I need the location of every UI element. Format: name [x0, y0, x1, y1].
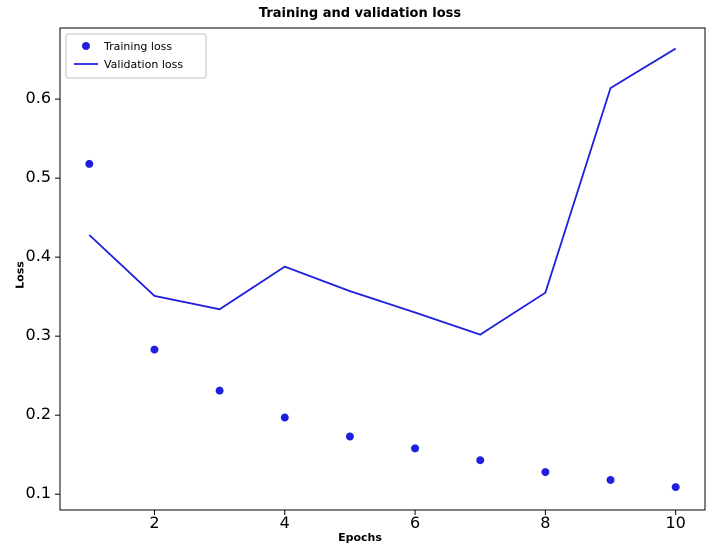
chart-axes: 2 4 6 8 10 0.1 0.2 0.3 0.4 0.5 0.6 Training loss V… — [0, 0, 720, 550]
x-ticks: 2 4 6 8 10 — [149, 510, 685, 532]
y-tick-label: 0.6 — [26, 88, 51, 107]
legend: Training loss Validation loss — [66, 34, 206, 78]
legend-entry: Training loss — [103, 40, 172, 53]
y-tick-label: 0.2 — [26, 404, 51, 423]
chart-figure: Training and validation loss Loss Epochs… — [0, 0, 720, 550]
x-tick-label: 10 — [666, 513, 686, 532]
training-loss-point — [541, 468, 549, 476]
training-loss-point — [476, 456, 484, 464]
y-tick-label: 0.4 — [26, 246, 51, 265]
training-loss-point — [346, 433, 354, 441]
y-tick-label: 0.5 — [26, 167, 51, 186]
y-tick-label: 0.1 — [26, 483, 51, 502]
legend-entry: Validation loss — [104, 58, 183, 71]
training-loss-point — [607, 476, 615, 484]
training-loss-point — [281, 414, 289, 422]
training-loss-point — [411, 444, 419, 452]
data-series — [85, 49, 679, 492]
x-tick-label: 8 — [540, 513, 550, 532]
x-tick-label: 2 — [149, 513, 159, 532]
y-ticks: 0.1 0.2 0.3 0.4 0.5 0.6 — [26, 88, 60, 502]
training-loss-point — [85, 160, 93, 168]
training-loss-point — [150, 346, 158, 354]
y-tick-label: 0.3 — [26, 325, 51, 344]
validation-loss-line — [89, 49, 675, 335]
plot-area — [60, 28, 705, 510]
training-loss-point — [672, 483, 680, 491]
x-tick-label: 4 — [280, 513, 290, 532]
x-tick-label: 6 — [410, 513, 420, 532]
training-loss-point — [216, 387, 224, 395]
